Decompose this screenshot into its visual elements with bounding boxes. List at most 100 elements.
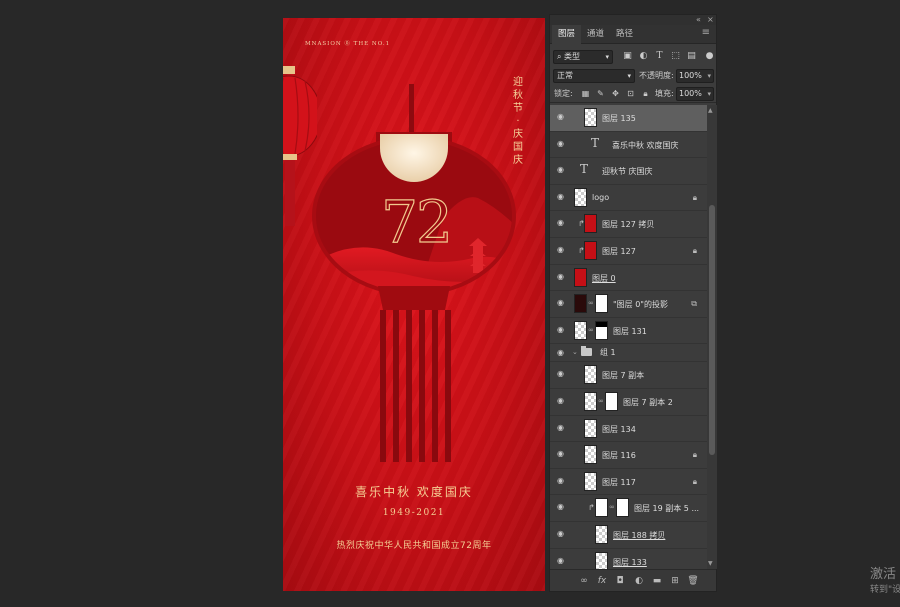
layer-row[interactable]: ◉ 图层 117 🔒︎ (550, 468, 707, 496)
opacity-input[interactable]: 100% ▾ (676, 69, 714, 83)
layer-row[interactable]: ◉ ↱ ∞ 图层 19 副本 5 ... (550, 495, 707, 522)
lantern-tassels (380, 310, 451, 462)
lock-all-icon[interactable]: 🔒︎ (640, 88, 651, 99)
filter-toggle-icon[interactable]: ● (704, 51, 715, 62)
eye-icon[interactable]: ◉ (557, 529, 567, 538)
layers-scrollbar[interactable]: ▲ ▼ (707, 105, 717, 569)
layer-name: 迎秋节 庆国庆 (602, 167, 653, 177)
link-icon: ∞ (598, 396, 604, 405)
lock-position-icon[interactable]: ✥ (610, 88, 621, 99)
filter-kind-value: 类型 (564, 52, 581, 61)
layer-row[interactable]: ◉ ∞ "图层 0"的投影 ⧉ (550, 291, 707, 318)
layer-name: 图层 0 (592, 273, 616, 283)
layer-name: 喜乐中秋 欢度国庆 (612, 140, 679, 150)
panel-menu-icon[interactable]: ≡ (702, 27, 710, 38)
eye-icon[interactable]: ◉ (557, 192, 567, 201)
layer-row[interactable]: ◉ 图层 7 副本 (550, 362, 707, 389)
trash-icon[interactable]: 🗑︎ (687, 575, 699, 587)
filter-shape-icon[interactable]: ⬚ (670, 51, 681, 62)
chevron-down-icon: ▾ (627, 72, 631, 80)
layer-row[interactable]: ◉ 图层 133 (550, 548, 707, 569)
eye-icon[interactable]: ◉ (557, 476, 567, 485)
layer-row[interactable]: ◉ logo 🔒︎ (550, 184, 707, 212)
link-icon: ∞ (588, 299, 594, 308)
filter-smart-object-icon[interactable]: ▤ (686, 51, 697, 62)
eye-icon[interactable]: ◉ (557, 325, 567, 334)
lock-icon: 🔒︎ (692, 450, 697, 460)
eye-icon[interactable]: ◉ (557, 556, 567, 565)
blend-row: 正常 ▾ 不透明度: 100% ▾ (550, 68, 716, 85)
adjustment-icon[interactable]: ◐ (633, 575, 645, 587)
mask-icon[interactable]: ◘ (614, 575, 626, 587)
fx-icon[interactable]: fx (596, 575, 608, 587)
eye-icon[interactable]: ◉ (557, 139, 567, 148)
eye-icon[interactable]: ◉ (557, 396, 567, 405)
layer-row[interactable]: ◉ ↱ 图层 127 拷贝 (550, 211, 707, 238)
layer-thumbnail (584, 240, 597, 260)
eye-icon[interactable]: ◉ (557, 349, 567, 357)
eye-icon[interactable]: ◉ (557, 299, 567, 307)
layers-list: ◉ 图层 135 ◉ T 喜乐中秋 欢度国庆 ◉ T 迎秋节 庆国庆 ◉ log… (550, 105, 707, 569)
eye-icon[interactable]: ◉ (557, 113, 567, 121)
search-icon: ⌕ (557, 52, 562, 61)
blend-mode-select[interactable]: 正常 ▾ (553, 69, 635, 83)
layer-name: "图层 0"的投影 (613, 300, 668, 310)
layer-name: 图层 131 (613, 326, 647, 336)
eye-icon[interactable]: ◉ (557, 503, 567, 511)
layer-row[interactable]: ◉ 图层 0 (550, 264, 707, 292)
layer-row[interactable]: ◉ ∞ 图层 131 (550, 317, 707, 345)
eye-icon[interactable]: ◉ (557, 272, 567, 281)
tab-channels[interactable]: 通道 (581, 25, 610, 44)
layer-row[interactable]: ◉ ↱ 图层 127 🔒︎ (550, 237, 707, 265)
scrollbar-thumb[interactable] (709, 205, 715, 455)
layer-name: 图层 134 (602, 424, 636, 434)
filter-kind-select[interactable]: ⌕ 类型 ▾ (553, 50, 613, 64)
eye-icon[interactable]: ◉ (557, 423, 567, 432)
smart-object-icon: ⧉ (691, 299, 697, 309)
layer-row[interactable]: ◉ T 喜乐中秋 欢度国庆 (550, 131, 707, 159)
layer-row[interactable]: ◉ T 迎秋节 庆国庆 (550, 158, 707, 185)
scroll-up-icon[interactable]: ▲ (708, 107, 713, 114)
filter-type-icon[interactable]: T (654, 51, 665, 62)
layer-row[interactable]: ◉ 图层 134 (550, 415, 707, 443)
layer-filter-row: ⌕ 类型 ▾ ▣ ◐ T ⬚ ▤ ● (550, 48, 716, 66)
layer-thumbnail (584, 365, 597, 385)
close-icon[interactable]: × (707, 15, 714, 24)
chevron-down-icon[interactable]: ⌄ (572, 348, 578, 356)
fill-input[interactable]: 100% ▾ (676, 87, 714, 101)
collapse-icon[interactable]: « (696, 15, 701, 24)
tab-layers[interactable]: 图层 (552, 25, 582, 44)
eye-icon[interactable]: ◉ (557, 219, 567, 227)
layer-name: 图层 19 副本 5 ... (634, 504, 700, 514)
new-layer-icon[interactable]: ⊞ (669, 575, 681, 587)
layer-row[interactable]: ◉ 图层 188 拷贝 (550, 521, 707, 549)
lock-transparent-icon[interactable]: ▦ (580, 88, 591, 99)
layer-row[interactable]: ◉ 图层 135 (550, 105, 707, 132)
scroll-down-icon[interactable]: ▼ (708, 560, 713, 567)
layer-thumbnail (574, 294, 587, 314)
layer-name: 图层 127 拷贝 (602, 220, 655, 230)
layer-group-row[interactable]: ◉ ⌄ 组 1 (550, 344, 707, 363)
poster-years: 1949-2021 (382, 508, 446, 518)
filter-pixel-icon[interactable]: ▣ (622, 51, 633, 62)
filter-adjustment-icon[interactable]: ◐ (638, 51, 649, 62)
eye-icon[interactable]: ◉ (557, 370, 567, 378)
activation-watermark-sub: 转到"设 (870, 585, 900, 595)
lock-artboard-icon[interactable]: ⊡ (625, 88, 636, 99)
layer-row[interactable]: ◉ ∞ 图层 7 副本 2 (550, 388, 707, 416)
eye-icon[interactable]: ◉ (557, 166, 567, 174)
layers-panel: « × 图层 通道 路径 ≡ ⌕ 类型 ▾ ▣ ◐ T ⬚ ▤ ● 正常 ▾ 不… (549, 14, 717, 592)
eye-icon[interactable]: ◉ (557, 450, 567, 458)
layer-thumbnail (584, 445, 597, 465)
layer-row[interactable]: ◉ 图层 116 🔒︎ (550, 442, 707, 469)
lantern-number: 72 (380, 187, 453, 256)
folder-icon[interactable]: ▬ (651, 575, 663, 587)
tab-paths[interactable]: 路径 (610, 25, 639, 44)
link-icon: ∞ (588, 325, 594, 334)
link-icon[interactable]: ∞ (578, 575, 590, 587)
eye-icon[interactable]: ◉ (557, 245, 567, 254)
lock-brush-icon[interactable]: ✎ (595, 88, 606, 99)
opacity-label: 不透明度: (639, 71, 674, 80)
layer-name: 图层 133 (613, 557, 647, 567)
layer-thumbnail (595, 498, 608, 518)
